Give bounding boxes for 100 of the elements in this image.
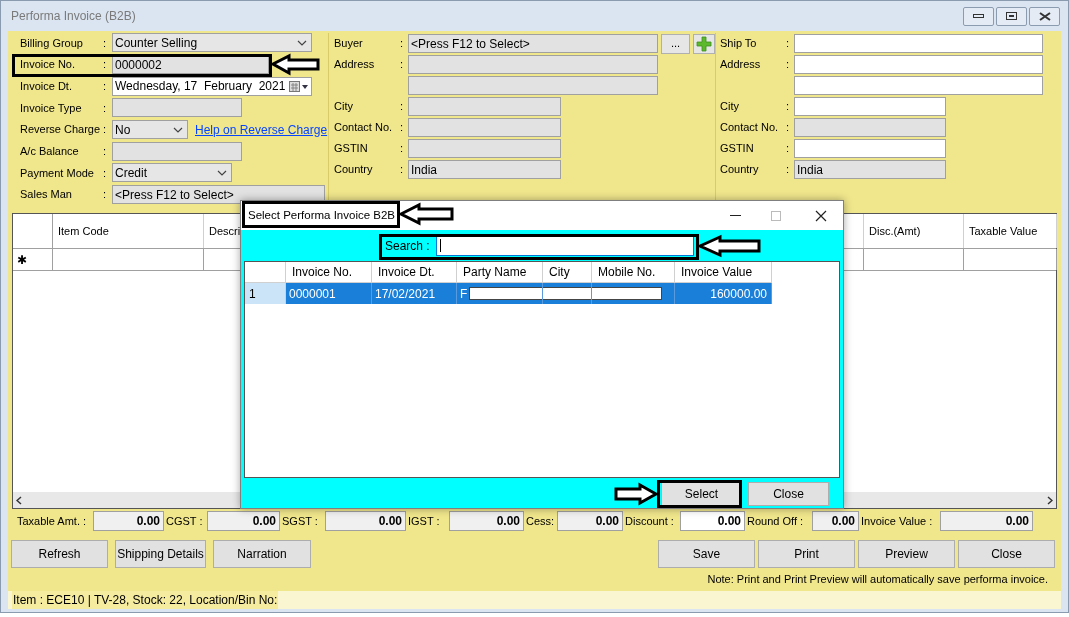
field-label: GSTIN: [720, 141, 755, 157]
colon-text: :: [786, 141, 791, 157]
colon-text: :: [400, 120, 405, 136]
colon-text: :: [786, 57, 791, 73]
dropdown-caret-icon[interactable]: [217, 169, 227, 176]
search-label: Search :: [385, 237, 431, 255]
input-field[interactable]: India: [408, 160, 561, 179]
colon-text: :: [786, 162, 791, 178]
total-label: Round Off :: [746, 513, 805, 529]
input-field[interactable]: [408, 118, 561, 137]
maximize-icon[interactable]: [771, 210, 781, 221]
dropdown-caret-icon[interactable]: [297, 39, 307, 46]
table-cell[interactable]: [543, 283, 592, 304]
total-field[interactable]: 0.00: [325, 511, 406, 531]
total-field[interactable]: 0.00: [680, 511, 745, 531]
minimize-icon[interactable]: [730, 214, 741, 217]
total-field[interactable]: 0.00: [93, 511, 164, 531]
table-cell[interactable]: [592, 283, 675, 304]
dropdown[interactable]: Counter Selling: [112, 33, 312, 53]
colon-text: :: [400, 162, 405, 178]
minimize-button[interactable]: [963, 6, 994, 26]
total-field[interactable]: 0.00: [207, 511, 280, 531]
colon-text: :: [786, 99, 791, 115]
field-label: Payment Mode: [20, 165, 95, 181]
scroll-right-icon[interactable]: [1047, 495, 1053, 505]
input-field[interactable]: [408, 55, 658, 74]
colon-text: :: [786, 36, 791, 52]
column-header[interactable]: Taxable Value: [964, 214, 1057, 248]
colon-text: :: [103, 100, 108, 116]
form-button[interactable]: Preview: [858, 540, 955, 568]
colon-text: :: [103, 35, 108, 51]
dropdown[interactable]: Credit: [112, 163, 232, 183]
field-label: GSTIN: [334, 141, 369, 157]
total-label: IGST :: [407, 513, 441, 529]
table-cell[interactable]: F: [457, 283, 543, 304]
form-button[interactable]: Shipping Details: [115, 540, 206, 568]
calendar-icon[interactable]: [289, 80, 309, 92]
search-field[interactable]: [436, 235, 694, 256]
help-link[interactable]: Help on Reverse Charge: [195, 120, 328, 139]
input-field[interactable]: [112, 141, 242, 161]
dialog-button[interactable]: Close: [748, 482, 829, 506]
field-label: City: [720, 99, 740, 115]
input-field[interactable]: [794, 118, 946, 137]
colon-text: :: [103, 165, 108, 181]
input-field[interactable]: [794, 76, 1043, 95]
table-cell[interactable]: 17/02/2021: [372, 283, 457, 304]
form-button[interactable]: Save: [658, 540, 755, 568]
input-field[interactable]: [794, 97, 946, 116]
input-field[interactable]: <Press F12 to Select>: [408, 34, 658, 53]
total-field[interactable]: 0.00: [557, 511, 623, 531]
form-button[interactable]: Refresh: [11, 540, 108, 568]
close-button[interactable]: [1029, 6, 1060, 26]
input-field[interactable]: [794, 139, 946, 158]
maximize-icon: [1006, 12, 1017, 20]
field-label: Billing Group: [20, 35, 84, 51]
dropdown-caret-icon[interactable]: [173, 126, 183, 133]
input-field[interactable]: [794, 55, 1043, 74]
colon-text: :: [786, 120, 791, 136]
dropdown[interactable]: No: [112, 120, 188, 140]
column-header[interactable]: Disc.(Amt): [864, 214, 964, 248]
field-label: City: [334, 99, 354, 115]
total-label: Taxable Amt. :: [16, 513, 88, 529]
status-bar-text: Item : ECE10 | TV-28, Stock: 22, Location/Bin No:: [12, 590, 279, 609]
annotation-arrow: [269, 53, 320, 76]
colon-text: :: [103, 144, 108, 160]
add-button[interactable]: [693, 33, 715, 54]
input-field[interactable]: [408, 139, 561, 158]
table-cell[interactable]: 160000.00: [675, 283, 772, 304]
field-label: Address: [334, 57, 376, 73]
colon-text: :: [400, 57, 405, 73]
date-picker[interactable]: Wednesday, 17 February 2021: [112, 76, 312, 96]
input-field[interactable]: [112, 98, 242, 118]
form-button[interactable]: Close: [958, 540, 1055, 568]
total-field[interactable]: 0.00: [812, 511, 859, 531]
browse-button[interactable]: ...: [661, 33, 690, 54]
field-label: Address: [720, 57, 762, 73]
maximize-button[interactable]: [996, 6, 1027, 26]
plus-icon: [696, 35, 712, 52]
field-label: Invoice Dt.: [20, 78, 73, 94]
scroll-left-icon[interactable]: [16, 495, 22, 505]
note-text: Note: Print and Print Preview will automatically save performa invoice.: [707, 572, 1048, 587]
row-header[interactable]: 1: [245, 283, 286, 304]
input-field[interactable]: India: [794, 160, 946, 179]
colon-text: :: [103, 122, 108, 138]
input-field[interactable]: [794, 34, 1043, 53]
total-label: SGST :: [281, 513, 319, 529]
input-field[interactable]: [408, 76, 658, 95]
close-icon[interactable]: [815, 209, 827, 222]
field-label: Sales Man: [20, 187, 73, 203]
annotation-arrow: [614, 482, 660, 506]
column-header[interactable]: Item Code: [53, 214, 204, 248]
total-label: CGST :: [165, 513, 204, 529]
table-cell[interactable]: 0000001: [286, 283, 372, 304]
form-button[interactable]: Print: [758, 540, 855, 568]
total-field[interactable]: 0.00: [940, 511, 1033, 531]
input-field[interactable]: [408, 97, 561, 116]
total-field[interactable]: 0.00: [449, 511, 524, 531]
form-button[interactable]: Narration: [213, 540, 311, 568]
colon-text: :: [400, 141, 405, 157]
input-field[interactable]: <Press F12 to Select>: [112, 185, 325, 205]
